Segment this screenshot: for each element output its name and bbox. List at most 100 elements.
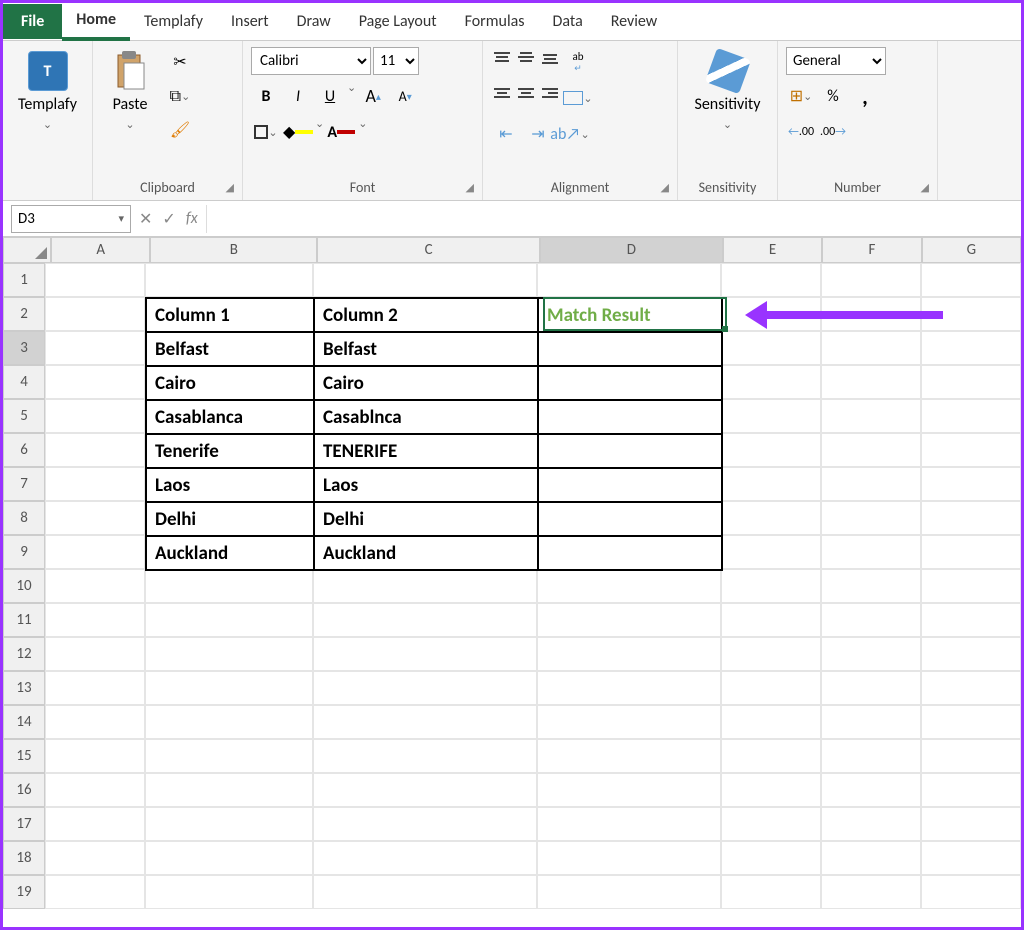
row-header-16[interactable]: 16 [3,773,45,807]
cell-A1[interactable] [45,263,145,297]
cell-B14[interactable] [145,705,313,739]
cell-D14[interactable] [537,705,721,739]
table-cell[interactable] [538,434,722,468]
cell-F11[interactable] [821,603,921,637]
cell-A4[interactable] [45,365,145,399]
row-header-12[interactable]: 12 [3,637,45,671]
table-cell[interactable]: Auckland [146,536,314,570]
enter-formula-button[interactable]: ✓ [162,209,175,229]
cell-D16[interactable] [537,773,721,807]
font-size-select[interactable]: 11 [373,47,419,75]
cell-D17[interactable] [537,807,721,841]
row-header-14[interactable]: 14 [3,705,45,739]
increase-indent-button[interactable]: ⇥ [523,119,553,149]
cell-C12[interactable] [313,637,537,671]
cell-B10[interactable] [145,569,313,603]
tab-data[interactable]: Data [539,4,597,39]
cell-G9[interactable] [921,535,1021,569]
cell-C15[interactable] [313,739,537,773]
cell-A2[interactable] [45,297,145,331]
cell-B15[interactable] [145,739,313,773]
cell-E10[interactable] [721,569,821,603]
cell-E17[interactable] [721,807,821,841]
cell-F12[interactable] [821,637,921,671]
cell-A11[interactable] [45,603,145,637]
cell-E5[interactable] [721,399,821,433]
cell-A5[interactable] [45,399,145,433]
cell-F17[interactable] [821,807,921,841]
table-cell[interactable] [538,502,722,536]
cell-G13[interactable] [921,671,1021,705]
cell-E16[interactable] [721,773,821,807]
table-cell[interactable]: Belfast [146,332,314,366]
cell-D10[interactable] [537,569,721,603]
cell-A16[interactable] [45,773,145,807]
cut-button[interactable]: ✂ [165,47,195,77]
cell-E9[interactable] [721,535,821,569]
cell-A7[interactable] [45,467,145,501]
cell-E6[interactable] [721,433,821,467]
row-header-4[interactable]: 4 [3,365,45,399]
cell-C14[interactable] [313,705,537,739]
tab-page-layout[interactable]: Page Layout [345,4,451,39]
cell-E12[interactable] [721,637,821,671]
row-header-19[interactable]: 19 [3,875,45,909]
cell-F10[interactable] [821,569,921,603]
cell-F13[interactable] [821,671,921,705]
borders-button[interactable]: ⌄ [251,117,281,147]
cell-A17[interactable] [45,807,145,841]
cell-A12[interactable] [45,637,145,671]
tab-file[interactable]: File [3,4,62,39]
col-header-D[interactable]: D [540,237,723,263]
wrap-text-button[interactable]: ab↵ [563,47,593,77]
increase-decimal-button[interactable]: ←.00 [786,117,816,147]
cell-C1[interactable] [313,263,537,297]
cell-C16[interactable] [313,773,537,807]
decrease-indent-button[interactable]: ⇤ [491,119,521,149]
cell-F6[interactable] [821,433,921,467]
cell-D18[interactable] [537,841,721,875]
dialog-launcher-icon[interactable]: ◢ [921,181,929,194]
table-cell[interactable] [538,536,722,570]
cell-D12[interactable] [537,637,721,671]
font-color-button[interactable]: A [326,117,356,147]
cell-G3[interactable] [921,331,1021,365]
cell-G4[interactable] [921,365,1021,399]
decrease-font-button[interactable]: A▾ [390,81,420,111]
cell-E14[interactable] [721,705,821,739]
align-right-button[interactable] [539,83,561,103]
sensitivity-button[interactable]: Sensitivity ⌄ [699,47,757,135]
col-header-E[interactable]: E [723,237,822,263]
table-cell[interactable]: Casablnca [314,400,538,434]
tab-home[interactable]: Home [62,2,130,41]
col-header-G[interactable]: G [922,237,1021,263]
cell-A13[interactable] [45,671,145,705]
cell-E18[interactable] [721,841,821,875]
cell-C11[interactable] [313,603,537,637]
underline-button[interactable]: U [315,81,345,111]
cell-A3[interactable] [45,331,145,365]
cell-A19[interactable] [45,875,145,909]
cell-E7[interactable] [721,467,821,501]
cell-G11[interactable] [921,603,1021,637]
cell-F15[interactable] [821,739,921,773]
cell-G16[interactable] [921,773,1021,807]
row-header-15[interactable]: 15 [3,739,45,773]
cell-C19[interactable] [313,875,537,909]
row-header-1[interactable]: 1 [3,263,45,297]
tab-draw[interactable]: Draw [283,4,345,39]
font-name-select[interactable]: Calibri [251,47,371,75]
table-cell[interactable]: Casablanca [146,400,314,434]
row-header-17[interactable]: 17 [3,807,45,841]
cell-E15[interactable] [721,739,821,773]
table-cell[interactable]: Cairo [314,366,538,400]
cell-A10[interactable] [45,569,145,603]
format-painter-button[interactable]: 🖌 [165,115,195,145]
cell-F14[interactable] [821,705,921,739]
dialog-launcher-icon[interactable]: ◢ [226,181,234,194]
table-cell[interactable] [538,468,722,502]
decrease-decimal-button[interactable]: .00→ [818,117,848,147]
table-cell[interactable]: Tenerife [146,434,314,468]
row-header-8[interactable]: 8 [3,501,45,535]
row-header-2[interactable]: 2 [3,297,45,331]
